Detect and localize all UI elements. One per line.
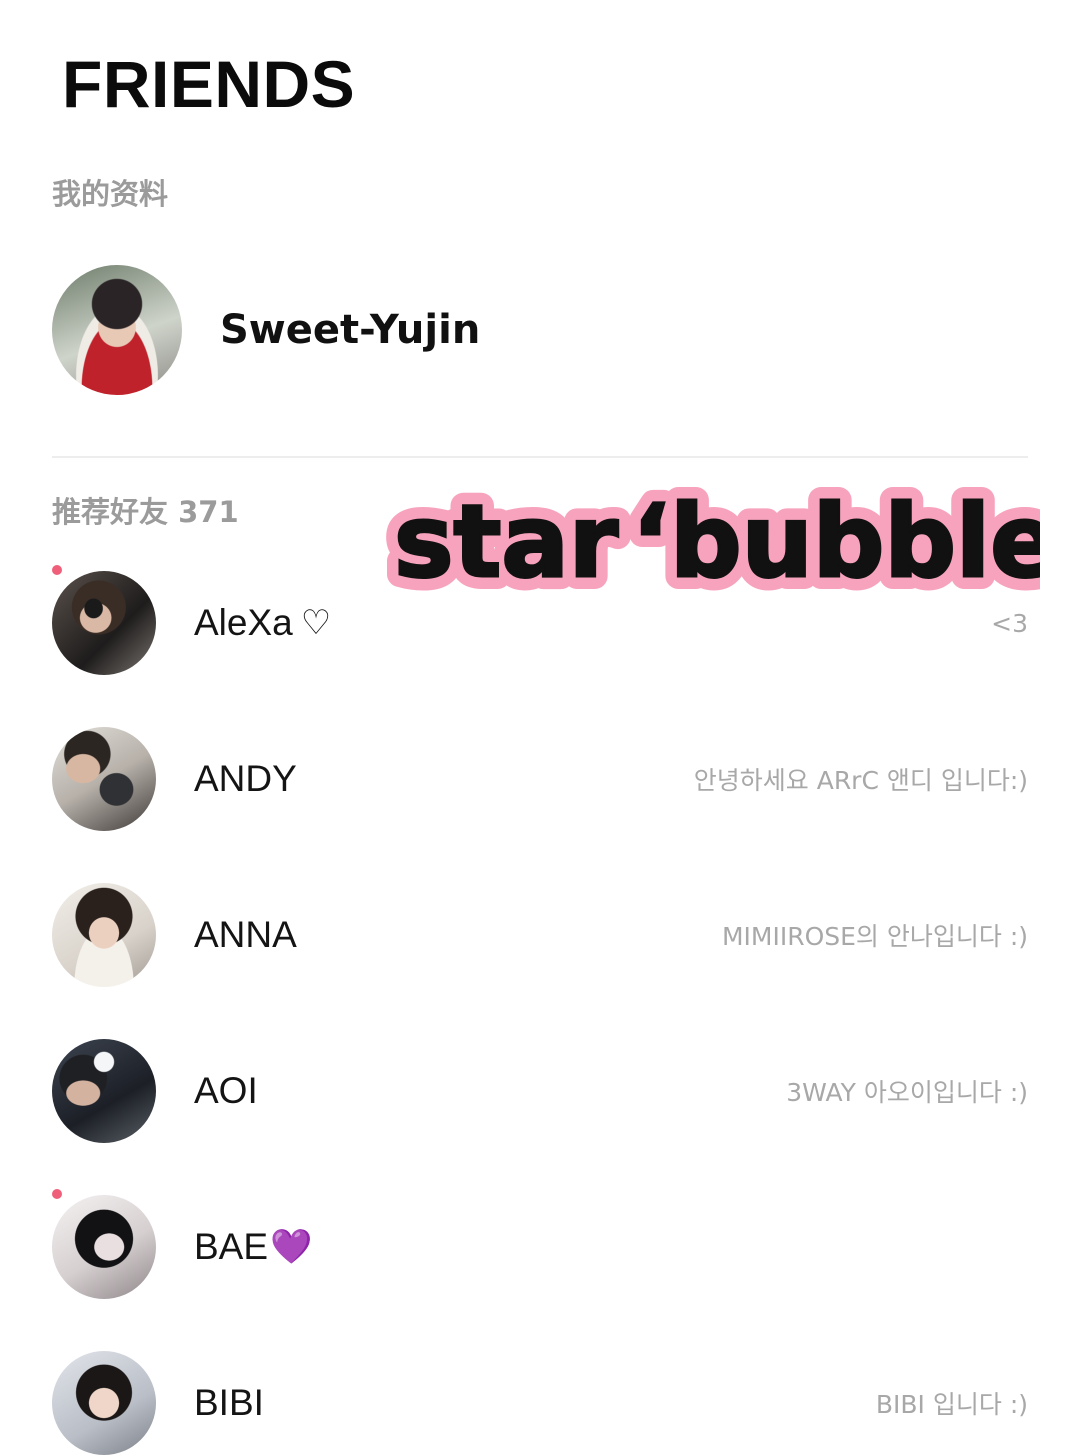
friend-name: BIBI xyxy=(194,1382,264,1424)
avatar[interactable] xyxy=(52,1195,156,1299)
my-profile-section-label: 我的资料 xyxy=(52,177,169,211)
sticker-word-bubble: ‘bubble xyxy=(632,483,1040,600)
friend-name: BAE 💜 xyxy=(194,1226,312,1268)
friend-name-text: BIBI xyxy=(194,1382,264,1423)
page-title: FRIENDS xyxy=(62,47,356,121)
avatar[interactable] xyxy=(52,1039,156,1143)
purple-heart-icon: 💜 xyxy=(270,1228,313,1266)
friend-name-text: AOI xyxy=(194,1070,258,1111)
friends-section-label: 推荐好友 371 xyxy=(52,495,239,529)
heart-outline-icon: ♡ xyxy=(300,604,332,642)
friend-name: AOI xyxy=(194,1070,258,1112)
friend-name-text: ANDY xyxy=(194,758,297,799)
status-message: BIBI 입니다 :) xyxy=(875,1390,1028,1419)
my-avatar[interactable] xyxy=(52,265,182,395)
friend-row-bibi[interactable]: BIBI BIBI 입니다 :) xyxy=(52,1350,1028,1456)
friend-name-text: AleXa xyxy=(194,602,293,643)
friend-row-aoi[interactable]: AOI 3WAY 아오이입니다 :) xyxy=(52,1038,1028,1144)
friend-name: AleXa ♡ xyxy=(194,602,331,644)
avatar[interactable] xyxy=(52,1351,156,1455)
friend-name: ANDY xyxy=(194,758,297,800)
new-indicator-dot xyxy=(52,1189,62,1199)
friend-row-anna[interactable]: ANNA MIMIIROSE의 안나입니다 :) xyxy=(52,882,1028,988)
friend-name: ANNA xyxy=(194,914,297,956)
sticker-word-star: star xyxy=(394,483,619,600)
friend-name-text: ANNA xyxy=(194,914,297,955)
new-indicator-dot xyxy=(52,565,62,575)
friend-row-bae[interactable]: BAE 💜 xyxy=(52,1189,1028,1300)
my-profile-row[interactable]: Sweet-Yujin xyxy=(52,264,1028,396)
avatar[interactable] xyxy=(52,571,156,675)
status-message: 3WAY 아오이입니다 :) xyxy=(786,1078,1028,1107)
my-profile-name: Sweet-Yujin xyxy=(220,307,481,353)
status-message: <3 xyxy=(991,608,1028,638)
star-bubble-sticker: star star ‘bubble ‘bubble xyxy=(380,452,1040,612)
friend-row-andy[interactable]: ANDY 안녕하세요 ARrC 앤디 입니다:) xyxy=(52,726,1028,832)
status-message: MIMIIROSE의 안나입니다 :) xyxy=(721,922,1028,951)
friend-name-text: BAE xyxy=(194,1226,269,1267)
status-message: 안녕하세요 ARrC 앤디 입니다:) xyxy=(693,766,1028,795)
avatar[interactable] xyxy=(52,883,156,987)
avatar[interactable] xyxy=(52,727,156,831)
